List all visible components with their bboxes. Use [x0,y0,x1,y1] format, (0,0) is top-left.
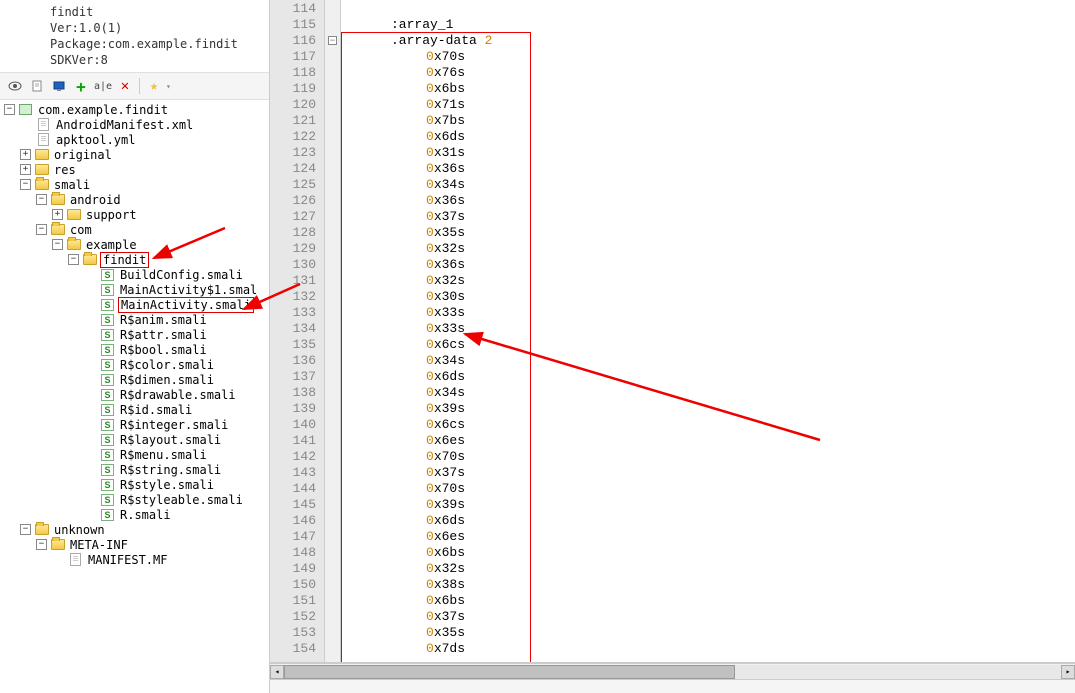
tree-file-10[interactable]: SR$integer.smali [2,417,267,432]
tree-android[interactable]: − android [2,192,267,207]
tree-file-15[interactable]: SR$styleable.smali [2,492,267,507]
smali-file-icon: S [100,358,115,371]
replace-icon[interactable]: a|e [93,76,113,96]
line-gutter: 1141151161171181191201211221231241251261… [270,0,325,662]
fold-gutter: − [325,0,341,662]
tree-apktool[interactable]: apktool.yml [2,132,267,147]
tree-smali[interactable]: − smali [2,177,267,192]
tree-root[interactable]: − com.example.findit [2,102,267,117]
tree-file-label: MainActivity.smali [118,297,254,313]
smali-file-icon: S [100,373,115,386]
tree-view[interactable]: − com.example.findit AndroidManifest.xml… [0,100,269,693]
tree-file-label: R.smali [118,508,173,522]
tree-manifest[interactable]: AndroidManifest.xml [2,117,267,132]
horizontal-scrollbar[interactable]: ◂ ▸ [270,663,1075,679]
tree-manifestmf[interactable]: MANIFEST.MF [2,552,267,567]
tree-file-label: MainActivity$1.smal [118,283,259,297]
tree-root-label: com.example.findit [36,103,170,117]
tree-file-label: R$styleable.smali [118,493,245,507]
status-bar [270,679,1075,693]
info-sdk: SDKVer:8 [50,52,261,68]
smali-file-icon: S [100,418,115,431]
smali-file-icon: S [100,313,115,326]
tree-file-9[interactable]: SR$id.smali [2,402,267,417]
tree-file-label: R$color.smali [118,358,216,372]
tree-file-7[interactable]: SR$dimen.smali [2,372,267,387]
tree-support[interactable]: + support [2,207,267,222]
code-area[interactable]: 1141151161171181191201211221231241251261… [270,0,1075,663]
smali-file-icon: S [100,508,115,521]
smali-file-icon: S [100,268,115,281]
tree-file-13[interactable]: SR$string.smali [2,462,267,477]
smali-file-icon: S [100,388,115,401]
tree-file-label: R$integer.smali [118,418,230,432]
tree-file-8[interactable]: SR$drawable.smali [2,387,267,402]
plus-icon[interactable]: + [71,76,91,96]
smali-file-icon: S [100,493,115,506]
tree-file-14[interactable]: SR$style.smali [2,477,267,492]
info-version: Ver:1.0(1) [50,20,261,36]
tree-findit[interactable]: − findit [2,252,267,267]
tree-file-label: R$layout.smali [118,433,223,447]
tree-file-label: R$style.smali [118,478,216,492]
smali-file-icon: S [100,478,115,491]
smali-file-icon: S [100,448,115,461]
smali-file-icon: S [100,463,115,476]
smali-file-icon: S [100,403,115,416]
tree-file-label: R$dimen.smali [118,373,216,387]
smali-file-icon: S [100,343,115,356]
tree-file-label: R$bool.smali [118,343,209,357]
star-icon[interactable]: ★ [144,76,164,96]
tree-file-0[interactable]: SBuildConfig.smali [2,267,267,282]
tree-file-6[interactable]: SR$color.smali [2,357,267,372]
info-package: Package:com.example.findit [50,36,261,52]
monitor-icon[interactable] [49,76,69,96]
eye-icon[interactable] [5,76,25,96]
tree-file-label: R$menu.smali [118,448,209,462]
tree-file-16[interactable]: SR.smali [2,507,267,522]
tree-example[interactable]: − example [2,237,267,252]
info-name: findit [50,4,261,20]
toolbar: + a|e ✕ ★ ▾ [0,72,269,100]
tree-res[interactable]: + res [2,162,267,177]
tree-file-3[interactable]: SR$anim.smali [2,312,267,327]
smali-file-icon: S [100,328,115,341]
tree-original[interactable]: + original [2,147,267,162]
tree-unknown[interactable]: − unknown [2,522,267,537]
page-icon[interactable] [27,76,47,96]
delete-icon[interactable]: ✕ [115,76,135,96]
tree-file-label: R$drawable.smali [118,388,238,402]
smali-file-icon: S [100,283,115,296]
tree-file-label: R$id.smali [118,403,194,417]
project-info: findit Ver:1.0(1) Package:com.example.fi… [0,0,269,72]
tree-file-1[interactable]: SMainActivity$1.smal [2,282,267,297]
tree-file-5[interactable]: SR$bool.smali [2,342,267,357]
tree-file-label: BuildConfig.smali [118,268,245,282]
tree-metainf[interactable]: − META-INF [2,537,267,552]
tree-file-label: R$string.smali [118,463,223,477]
left-panel: findit Ver:1.0(1) Package:com.example.fi… [0,0,270,693]
code-lines[interactable]: :array_1.array-data 20x70s0x76s0x6bs0x71… [341,0,1075,662]
tree-file-label: R$anim.smali [118,313,209,327]
tree-file-2[interactable]: SMainActivity.smali [2,297,267,312]
smali-file-icon: S [100,433,115,446]
tree-file-label: R$attr.smali [118,328,209,342]
tree-file-11[interactable]: SR$layout.smali [2,432,267,447]
tree-file-4[interactable]: SR$attr.smali [2,327,267,342]
tree-com[interactable]: − com [2,222,267,237]
code-panel: 1141151161171181191201211221231241251261… [270,0,1075,693]
tree-file-12[interactable]: SR$menu.smali [2,447,267,462]
smali-file-icon: S [100,298,115,311]
